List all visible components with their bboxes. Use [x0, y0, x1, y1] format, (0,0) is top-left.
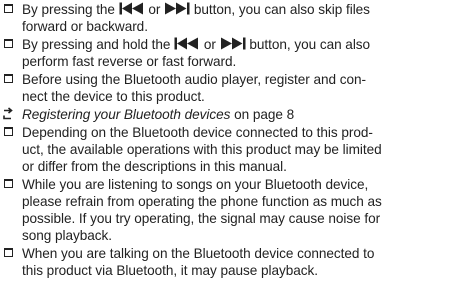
arrow-reference-icon — [3, 107, 13, 120]
note-text: or differ from the descriptions in this … — [22, 159, 287, 174]
note-text: When you are talking on the Bluetooth de… — [22, 246, 375, 261]
note-text: please refrain from operating the phone … — [22, 194, 382, 209]
checkbox-bullet-icon — [4, 248, 13, 257]
note-operations-limited: Depending on the Bluetooth device connec… — [2, 124, 460, 175]
note-text: this product via Bluetooth, it may pause… — [22, 263, 318, 278]
note-text: button, you can also skip files — [193, 2, 370, 17]
note-text: While you are listening to songs on your… — [22, 177, 369, 192]
reference-link[interactable]: Registering your Bluetooth devices on pa… — [2, 106, 460, 123]
note-register-device: Before using the Bluetooth audio player,… — [2, 71, 460, 105]
note-text: possible. If you try operating, the sign… — [22, 211, 381, 226]
note-text: forward or backward. — [22, 19, 148, 34]
note-skip-files: By pressing the or button, you can also … — [2, 1, 460, 35]
note-text: uct, the available operations with this … — [22, 142, 382, 157]
checkbox-bullet-icon — [4, 4, 13, 13]
note-text: button, you can also — [249, 37, 371, 52]
note-pause-playback: When you are talking on the Bluetooth de… — [2, 245, 460, 279]
skip-previous-icon — [174, 37, 199, 50]
note-text: or — [148, 2, 161, 17]
note-fast-forward: By pressing and hold the or button, you … — [2, 36, 460, 70]
skip-previous-icon — [119, 2, 143, 15]
note-text: Depending on the Bluetooth device connec… — [22, 125, 373, 140]
checkbox-bullet-icon — [4, 179, 13, 188]
checkbox-bullet-icon — [4, 127, 13, 136]
note-text: Before using the Bluetooth audio player,… — [22, 72, 366, 87]
note-text: perform fast reverse or fast forward. — [22, 54, 237, 69]
note-text: or — [203, 37, 216, 52]
skip-next-icon — [165, 2, 190, 15]
checkbox-bullet-icon — [4, 39, 13, 48]
reference-title[interactable]: Registering your Bluetooth devices — [22, 107, 230, 122]
note-text: By pressing the — [22, 2, 115, 17]
note-phone-function: While you are listening to songs on your… — [2, 176, 460, 244]
note-text: nect the device to this product. — [22, 89, 205, 104]
note-text: song playback. — [22, 228, 112, 243]
checkbox-bullet-icon — [4, 74, 13, 83]
manual-notes: By pressing the or button, you can also … — [2, 1, 460, 280]
note-text: By pressing and hold the — [22, 37, 171, 52]
skip-next-icon — [220, 37, 246, 50]
reference-page: on page 8 — [234, 107, 295, 122]
